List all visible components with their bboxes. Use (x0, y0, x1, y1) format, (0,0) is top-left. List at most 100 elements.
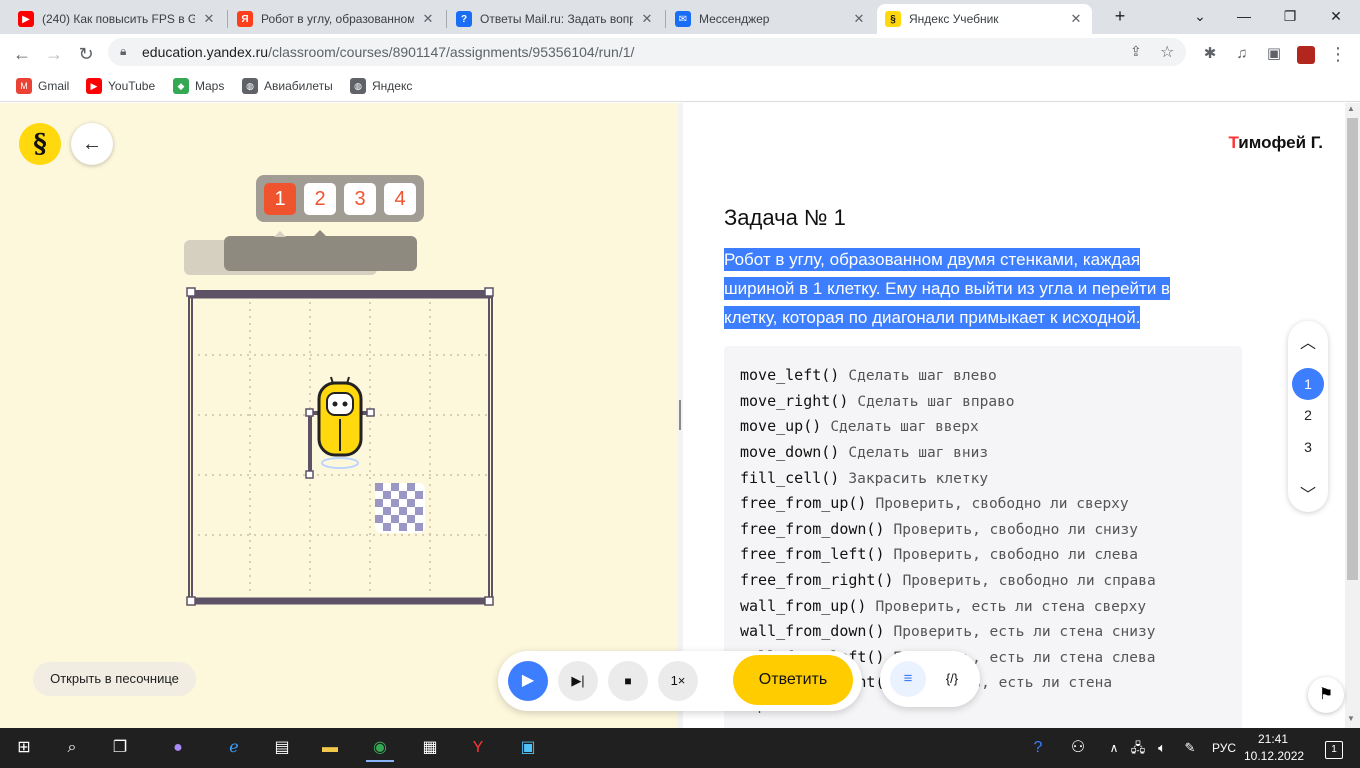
tab-messenger[interactable]: ✉ Мессенджер ✕ (667, 4, 875, 34)
gmail-icon: M (16, 78, 32, 94)
bookmark-aviabilety[interactable]: ◍ Авиабилеты (242, 78, 333, 94)
address-bar[interactable]: 🔒︎ education.yandex.ru/classroom/courses… (108, 38, 1186, 66)
code-view-icon[interactable]: {/} (934, 661, 970, 697)
step-button[interactable]: ▶| (558, 661, 598, 701)
task-line: шириной в 1 клетку. Ему надо выйти из уг… (724, 277, 1171, 300)
tab-title: Робот в углу, образованном (261, 12, 414, 26)
alice-icon[interactable]: ● (164, 734, 192, 762)
chrome-icon[interactable]: ◉ (366, 734, 394, 762)
chevron-up-icon[interactable]: ︿ (1298, 329, 1318, 352)
command-row: free_from_right() Проверить, свободно ли… (740, 571, 1156, 589)
close-tab-icon[interactable]: ✕ (1068, 11, 1084, 27)
task-page-2[interactable]: 2 (1292, 399, 1324, 431)
question-icon: ? (456, 11, 472, 27)
chevron-down-icon[interactable]: ﹀ (1298, 481, 1318, 504)
extensions-icon[interactable]: ✱ (1196, 40, 1224, 68)
yandex-browser-icon[interactable]: Y (464, 734, 492, 762)
task-line: клетку, которая по диагонали примыкает к… (724, 306, 1141, 329)
side-panel-icon[interactable]: ▣ (1260, 40, 1288, 68)
language-indicator[interactable]: РУС (1212, 741, 1236, 755)
close-tab-icon[interactable]: ✕ (420, 11, 436, 27)
command-row: free_from_up() Проверить, свободно ли св… (740, 494, 1129, 512)
windows-start-icon[interactable]: ⊞ (10, 734, 38, 762)
explorer-icon[interactable]: ▬ (316, 734, 344, 762)
command-row: free_from_left() Проверить, свободно ли … (740, 545, 1138, 563)
tab-search-icon[interactable]: ⌄ (1180, 4, 1220, 28)
app-icon[interactable]: ▦ (416, 734, 444, 762)
store-icon[interactable]: ▤ (268, 734, 296, 762)
tab-title: (240) Как повысить FPS в GTA (42, 12, 195, 26)
lock-icon: 🔒︎ (120, 44, 127, 58)
test-button-1[interactable]: 1 (264, 183, 296, 215)
maps-icon: ◆ (173, 78, 189, 94)
media-icon[interactable]: ♫ (1228, 40, 1256, 68)
scrollbar-thumb[interactable] (1347, 118, 1358, 580)
test-button-2[interactable]: 2 (304, 183, 336, 215)
bookmark-star-icon[interactable]: ☆ (1160, 42, 1174, 62)
robot-icon (317, 376, 363, 469)
forward-icon[interactable]: → (40, 40, 68, 68)
task-page-1[interactable]: 1 (1292, 368, 1324, 400)
app-icon[interactable]: ▣ (514, 734, 542, 762)
test-button-4[interactable]: 4 (384, 183, 416, 215)
close-tab-icon[interactable]: ✕ (201, 11, 217, 27)
open-sandbox-button[interactable]: Открыть в песочнице (33, 662, 196, 696)
tab-youtube[interactable]: ▶ (240) Как повысить FPS в GTA ✕ (10, 4, 225, 34)
resize-handle[interactable] (679, 400, 681, 430)
task-description: Робот в углу, образованном двумя стенкам… (724, 245, 1244, 332)
bookmark-maps[interactable]: ◆ Maps (173, 78, 224, 94)
bookmark-yandex[interactable]: ◍ Яндекс (350, 78, 412, 94)
bookmarks-bar: M Gmail ▶ YouTube ◆ Maps ◍ Авиабилеты ◍ Яндек… (0, 72, 1360, 102)
robot-grid (186, 287, 494, 606)
volume-icon[interactable]: 🔈︎ (1148, 734, 1176, 762)
back-icon[interactable]: ← (8, 40, 36, 68)
view-switcher: ≡ {/} (880, 651, 980, 707)
play-button[interactable]: ▶ (508, 661, 548, 701)
speed-button[interactable]: 1× (658, 661, 698, 701)
minimize-button[interactable]: — (1224, 4, 1264, 28)
globe-icon: ◍ (350, 78, 366, 94)
command-row: wall_from_up() Проверить, есть ли стена … (740, 597, 1147, 615)
clock-time[interactable]: 21:41 (1258, 732, 1288, 746)
command-row: wall_from_down() Проверить, есть ли стен… (740, 622, 1156, 640)
tab-yandex-search[interactable]: Я Робот в углу, образованном ✕ (229, 4, 444, 34)
user-name[interactable]: Тимофей Г. (1229, 133, 1323, 153)
help-icon[interactable]: ? (1024, 734, 1052, 762)
scroll-down-icon[interactable]: ▼ (1347, 714, 1355, 723)
pen-icon[interactable]: ✎ (1176, 734, 1204, 762)
close-tab-icon[interactable]: ✕ (851, 11, 867, 27)
notifications-icon[interactable]: 1 (1320, 734, 1348, 762)
people-icon[interactable]: ⚇ (1064, 734, 1092, 762)
restore-button[interactable]: ❐ (1270, 4, 1310, 28)
new-tab-button[interactable]: + (1100, 4, 1140, 28)
report-flag-icon[interactable]: ⚑ (1308, 677, 1344, 713)
close-window-button[interactable]: ✕ (1316, 4, 1356, 28)
menu-icon[interactable]: ⋮ (1324, 40, 1352, 68)
reload-icon[interactable]: ↻ (72, 40, 100, 68)
search-icon[interactable]: ⌕ (58, 734, 86, 762)
edge-icon[interactable]: ℯ (220, 734, 248, 762)
scroll-up-icon[interactable]: ▲ (1347, 104, 1355, 113)
command-row: free_from_down() Проверить, свободно ли … (740, 520, 1138, 538)
stop-button[interactable]: ■ (608, 661, 648, 701)
clock-date[interactable]: 10.12.2022 (1244, 749, 1304, 763)
tab-mail-answers[interactable]: ? Ответы Mail.ru: Задать вопр ✕ (448, 4, 663, 34)
close-tab-icon[interactable]: ✕ (639, 11, 655, 27)
task-page-3[interactable]: 3 (1292, 431, 1324, 463)
task-pager: ︿ 1 2 3 ﹀ (1288, 321, 1328, 512)
bookmark-gmail[interactable]: M Gmail (16, 78, 69, 94)
text-view-icon[interactable]: ≡ (890, 661, 926, 697)
yandex-textbook-logo[interactable]: § (19, 123, 61, 165)
bookmark-youtube[interactable]: ▶ YouTube (86, 78, 155, 94)
tooltip (224, 236, 417, 271)
answer-button[interactable]: Ответить (733, 655, 853, 705)
share-icon[interactable]: ⇪ (1130, 43, 1142, 60)
back-button[interactable]: ← (71, 123, 113, 165)
command-row: move_left() Сделать шаг влево (740, 366, 997, 384)
task-view-icon[interactable]: ❐ (106, 734, 134, 762)
tab-yandex-textbook[interactable]: § Яндекс Учебник ✕ (877, 4, 1092, 34)
test-button-3[interactable]: 3 (344, 183, 376, 215)
task-pane: Тимофей Г. Задача № 1 Робот в углу, обра… (683, 103, 1345, 728)
profile-icon[interactable] (1292, 40, 1320, 68)
yandex-icon: Я (237, 11, 253, 27)
